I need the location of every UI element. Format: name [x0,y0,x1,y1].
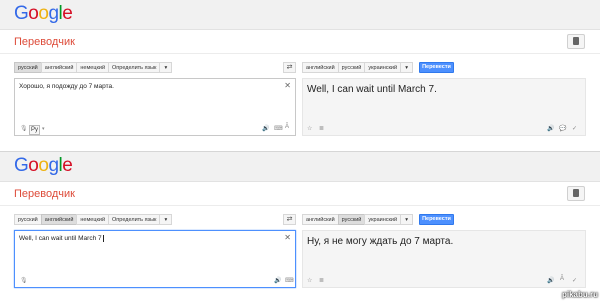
tab-target-ukrainian[interactable]: украинский [364,214,402,225]
tab-target-russian[interactable]: русский [337,62,366,73]
swap-languages-button[interactable]: ⇄ [283,62,296,73]
result-box: Ну, я не могу ждать до 7 марта. ☆ ≣ 🔊 Ā … [302,230,586,288]
star-icon[interactable]: ☆ [307,277,312,284]
phone-icon [573,189,579,197]
tab-target-ukrainian[interactable]: украинский [364,62,402,73]
keyboard-icon[interactable]: ⌨ [274,125,283,132]
source-lang-dropdown[interactable]: ▾ [159,214,173,225]
speaker-icon[interactable]: 🔊 [547,277,554,284]
handwriting-icon[interactable]: Ā [285,124,289,130]
source-lang-tabs: русский английский немецкий Определить я… [14,62,173,73]
divider [0,205,600,206]
tab-source-english[interactable]: английский [40,62,78,73]
microphone-icon[interactable]: 🎙 [20,125,28,132]
source-lang-tabs: русский английский немецкий Определить я… [14,214,173,225]
page-title: Переводчик [14,188,75,200]
result-box: Well, I can wait until March 7. ☆ ≣ 🔊 💬 … [302,78,586,136]
text-cursor [102,235,104,242]
source-textarea[interactable]: Хорошо, я подожду до 7 марта. ✕ 🎙 Ру ▾ 🔊… [14,78,296,136]
chevron-down-icon[interactable]: ▾ [42,126,45,132]
phone-icon [573,37,579,45]
phone-button[interactable] [567,186,585,201]
keyboard-icon[interactable]: ⌨ [285,277,294,284]
feedback-icon[interactable]: 💬 [559,125,566,132]
tab-source-english[interactable]: английский [40,214,78,225]
translate-panel-2: Google Переводчик русский английский нем… [0,151,600,300]
divider [0,53,600,54]
tab-source-russian[interactable]: русский [14,62,42,73]
tab-source-german[interactable]: немецкий [76,214,110,225]
result-text: Ну, я не могу ждать до 7 марта. [307,236,454,247]
google-logo[interactable]: Google [14,3,73,25]
source-lang-dropdown[interactable]: ▾ [159,62,173,73]
swap-languages-button[interactable]: ⇄ [283,214,296,225]
phone-button[interactable] [567,34,585,49]
source-text: Хорошо, я подожду до 7 марта. [19,83,114,90]
speaker-icon[interactable]: 🔊 [274,277,281,284]
source-textarea[interactable]: Well, I can wait until March 7 ✕ 🎙 🔊 ⌨ [14,230,296,288]
header-bar: Google [0,0,600,30]
watermark: pikabu.ru [561,290,598,299]
check-icon[interactable]: ✓ [572,125,577,132]
tab-source-detect[interactable]: Определить язык [108,214,161,225]
handwriting-icon[interactable]: Ā [560,276,564,282]
target-lang-tabs: английский русский украинский ▾ [302,214,414,225]
translate-button[interactable]: Перевести [419,214,454,225]
header-bar: Google [0,152,600,182]
tab-target-english[interactable]: английский [302,214,339,225]
speaker-icon[interactable]: 🔊 [262,125,269,132]
page-title: Переводчик [14,36,75,48]
target-lang-dropdown[interactable]: ▾ [400,214,414,225]
target-lang-dropdown[interactable]: ▾ [400,62,414,73]
list-icon[interactable]: ≣ [319,125,324,132]
speaker-icon[interactable]: 🔊 [547,125,554,132]
source-text: Well, I can wait until March 7 [19,235,104,242]
list-icon[interactable]: ≣ [319,277,324,284]
target-lang-tabs: английский русский украинский ▾ [302,62,414,73]
clear-icon[interactable]: ✕ [284,81,291,90]
tab-target-russian[interactable]: русский [337,214,366,225]
translate-panel-1: Google Переводчик русский английский нем… [0,0,600,148]
result-text: Well, I can wait until March 7. [307,84,437,95]
microphone-icon[interactable]: 🎙 [20,277,28,284]
tab-source-german[interactable]: немецкий [76,62,110,73]
tab-source-detect[interactable]: Определить язык [108,62,161,73]
swap-icon: ⇄ [286,216,293,223]
google-logo[interactable]: Google [14,155,73,177]
star-icon[interactable]: ☆ [307,125,312,132]
swap-icon: ⇄ [286,64,293,71]
tab-source-russian[interactable]: русский [14,214,42,225]
keyboard-button[interactable]: Ру [29,125,41,135]
check-icon[interactable]: ✓ [572,277,577,284]
clear-icon[interactable]: ✕ [284,233,291,242]
tab-target-english[interactable]: английский [302,62,339,73]
translate-button[interactable]: Перевести [419,62,454,73]
